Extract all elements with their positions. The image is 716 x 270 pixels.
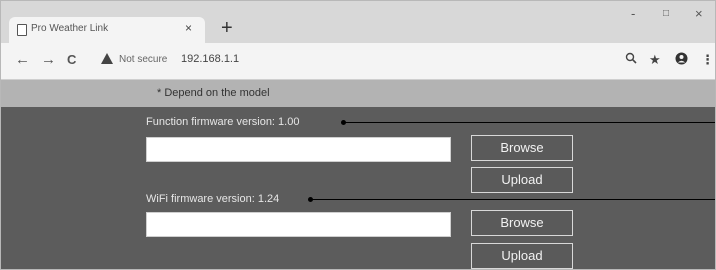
browser-window: Pro Weather Link × + - □ × ← → C Not sec… (0, 0, 716, 270)
firmware-update-panel: Function firmware version: 1.00 Browse U… (1, 107, 715, 269)
browser-tab[interactable]: Pro Weather Link × (9, 17, 205, 43)
wifi-upload-button[interactable]: Upload (471, 243, 573, 269)
tab-title: Pro Weather Link (31, 23, 109, 34)
callout-line-function (343, 122, 715, 123)
security-label[interactable]: Not secure (119, 54, 167, 65)
new-tab-button[interactable]: + (221, 17, 233, 39)
tab-strip: Pro Weather Link × + - □ × (1, 1, 715, 43)
function-firmware-file-input[interactable] (146, 137, 451, 162)
function-upload-button[interactable]: Upload (471, 167, 573, 193)
more-icon[interactable]: ⋮ (701, 52, 714, 68)
account-icon[interactable] (675, 52, 688, 69)
model-note: * Depend on the model (157, 87, 270, 99)
forward-button[interactable]: → (41, 52, 56, 68)
tab-close-icon[interactable]: × (185, 21, 192, 35)
function-browse-button[interactable]: Browse (471, 135, 573, 161)
function-firmware-label: Function firmware version: 1.00 (146, 116, 300, 128)
minimize-button[interactable]: - (631, 7, 635, 21)
maximize-button[interactable]: □ (663, 7, 669, 21)
address-bar[interactable]: Not secure 192.168.1.1 (93, 48, 633, 72)
wifi-firmware-file-input[interactable] (146, 212, 451, 237)
reload-button[interactable]: C (67, 52, 76, 68)
star-icon[interactable]: ★ (649, 52, 661, 68)
close-window-button[interactable]: × (695, 7, 703, 21)
callout-line-wifi (310, 199, 715, 200)
search-icon[interactable] (625, 52, 637, 68)
notice-band: * Depend on the model (1, 80, 715, 107)
warning-icon (101, 53, 113, 64)
wifi-browse-button[interactable]: Browse (471, 210, 573, 236)
url-text[interactable]: 192.168.1.1 (181, 53, 239, 65)
browser-toolbar: ← → C Not secure 192.168.1.1 ★ ⋮ (1, 43, 715, 80)
page-icon (17, 24, 27, 36)
wifi-firmware-label: WiFi firmware version: 1.24 (146, 193, 280, 205)
back-button[interactable]: ← (15, 52, 30, 68)
